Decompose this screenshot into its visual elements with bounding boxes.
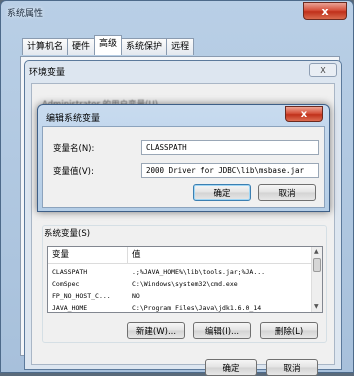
var-name-cell: FP_NO_HOST_C... (52, 292, 111, 300)
env-cancel-button[interactable]: 取消 (266, 359, 318, 376)
variable-value-label: 变量值(V): (53, 166, 94, 177)
scroll-up-icon[interactable]: ▲ (314, 248, 319, 255)
env-window-title: 环境变量 (29, 68, 66, 78)
variable-value-row: 变量值(V): 2000 Driver for JDBC\lib\msbase.… (53, 163, 319, 178)
var-value-cell: NO (132, 292, 140, 300)
env-close-icon[interactable]: X (309, 63, 337, 77)
dialog-title: 编辑系统变量 (46, 114, 101, 124)
dialog-close-icon[interactable]: x (285, 106, 323, 122)
table-row[interactable]: CLASSPATH .;%JAVA_HOME%\lib\tools.jar;%J… (48, 266, 312, 278)
var-value-cell: C:\Program Files\Java\jdk1.6.0_14 (132, 304, 262, 312)
tab-hardware[interactable]: 硬件 (67, 38, 96, 55)
env-ok-button[interactable]: 确定 (205, 359, 257, 376)
new-button[interactable]: 新建(W)... (127, 322, 185, 339)
vertical-scrollbar[interactable]: ▲ ▼ (311, 247, 322, 312)
window-title: 系统属性 (7, 9, 44, 19)
tab-strip: 计算机名 硬件 高级 系统保护 远程 (22, 35, 195, 55)
system-vars-table[interactable]: 变量 值 CLASSPATH .;%JAVA_HOME%\lib\tools.j… (47, 246, 323, 313)
column-header-variable[interactable]: 变量 (48, 247, 128, 263)
dialog-cancel-button[interactable]: 取消 (258, 184, 316, 201)
system-vars-label: 系统变量(S) (44, 229, 91, 239)
delete-button[interactable]: 删除(L) (260, 322, 318, 339)
var-value-cell: .;%JAVA_HOME%\lib\tools.jar;%JA... (132, 268, 266, 276)
var-name-cell: ComSpec (52, 280, 80, 288)
edit-button[interactable]: 编辑(I)... (193, 322, 251, 339)
variable-name-row: 变量名(N): CLASSPATH (53, 140, 319, 155)
tab-advanced[interactable]: 高级 (94, 35, 123, 55)
var-value-cell: C:\Windows\system32\cmd.exe (132, 280, 238, 288)
close-icon[interactable]: x (303, 2, 347, 20)
variable-name-field[interactable]: CLASSPATH (141, 140, 319, 155)
tab-system-protection[interactable]: 系统保护 (121, 38, 168, 55)
dialog-ok-button[interactable]: 确定 (193, 184, 251, 201)
column-header-value[interactable]: 值 (128, 247, 141, 263)
dialog-body: 变量名(N): CLASSPATH 变量值(V): 2000 Driver fo… (42, 126, 325, 208)
tab-remote[interactable]: 远程 (166, 38, 195, 55)
scroll-thumb[interactable] (313, 258, 321, 272)
tab-computer-name[interactable]: 计算机名 (22, 38, 69, 55)
table-header: 变量 值 (48, 247, 312, 264)
scroll-down-icon[interactable]: ▼ (314, 303, 319, 310)
variable-value-field[interactable]: 2000 Driver for JDBC\lib\msbase.jar (141, 163, 319, 178)
variable-name-label: 变量名(N): (53, 143, 95, 154)
var-name-cell: CLASSPATH (52, 268, 88, 276)
edit-system-variable-dialog: 编辑系统变量 x 变量名(N): CLASSPATH 变量值(V): 2000 … (37, 104, 330, 212)
table-row[interactable]: ComSpec C:\Windows\system32\cmd.exe (48, 278, 312, 290)
var-name-cell: JAVA_HOME (52, 304, 88, 312)
table-row[interactable]: FP_NO_HOST_C... NO (48, 290, 312, 302)
table-row[interactable]: JAVA_HOME C:\Program Files\Java\jdk1.6.0… (48, 302, 312, 312)
